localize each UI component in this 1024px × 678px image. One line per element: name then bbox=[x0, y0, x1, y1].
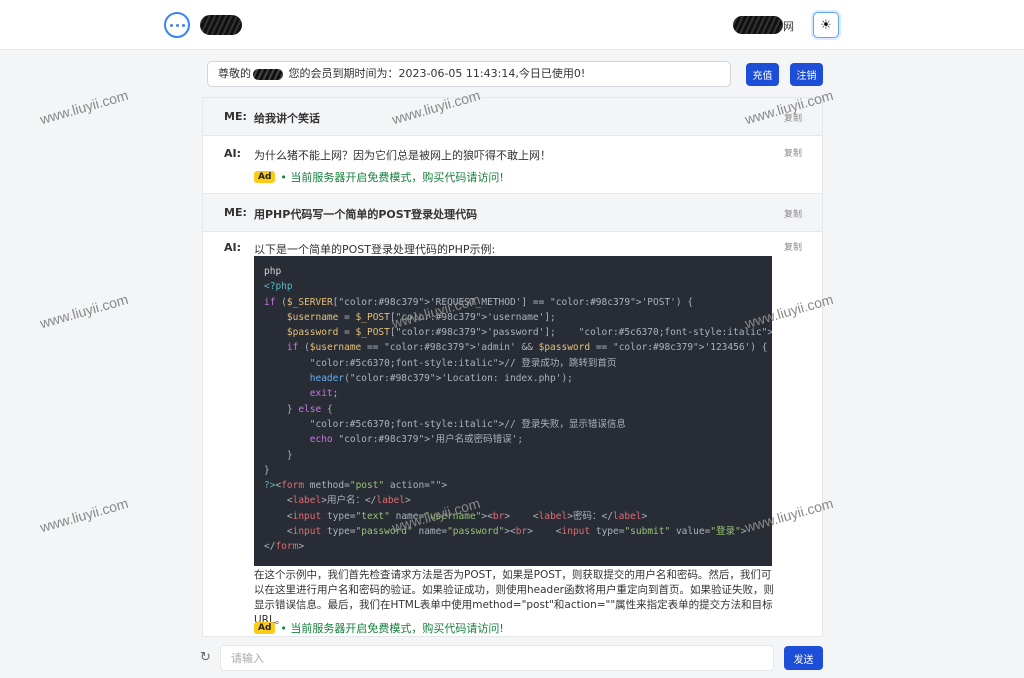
code-line: "color:#5c6370;font-style:italic">// 登录失… bbox=[309, 418, 626, 430]
ad-notice[interactable]: Ad • 当前服务器开启免费模式，购买代码请访问! bbox=[254, 169, 504, 185]
recharge-button[interactable]: 充值 bbox=[746, 63, 779, 86]
ai-message: AI: 为什么猪不能上网？因为它们总是被网上的狼吓得不敢上网！ 复制 Ad • … bbox=[203, 136, 822, 194]
code-lines: <?php if ($_SERVER["color:#98c379">'REQUE… bbox=[264, 279, 772, 554]
code-line: if ($username == "color:#98c379">'admin'… bbox=[286, 342, 768, 354]
copy-button[interactable]: 复制 bbox=[784, 240, 802, 253]
explanation-text: 在这个示例中，我们首先检查请求方法是否为POST，如果是POST，则获取提交的用… bbox=[254, 569, 774, 626]
watermark: www.liuyii.com bbox=[38, 290, 130, 332]
membership-status: 尊敬的 您的会员到期时间为：2023-06-05 11:43:14,今日已使用0… bbox=[207, 61, 731, 87]
code-block: php <?php if ($_SERVER["color:#98c379">'RE… bbox=[254, 256, 772, 566]
user-message: ME: 用PHP代码写一个简单的POST登录处理代码 复制 bbox=[203, 194, 822, 232]
sun-icon: ☀ bbox=[820, 17, 832, 33]
code-line: if ($_SERVER["color:#98c379">'REQUEST_ME… bbox=[264, 296, 694, 308]
redacted-site-name bbox=[200, 15, 242, 35]
code-line: ?><form method="post" action=""> bbox=[264, 480, 448, 492]
watermark: www.liuyii.com bbox=[38, 86, 130, 128]
code-line: } bbox=[264, 449, 293, 461]
ad-text: • 当前服务器开启免费模式，购买代码请访问! bbox=[280, 622, 504, 635]
code-line: exit; bbox=[309, 388, 339, 400]
site-suffix: 网 bbox=[783, 20, 794, 33]
role-label: AI: bbox=[224, 147, 242, 160]
composer-bar: ↻ 发送 bbox=[0, 637, 1024, 678]
top-bar: 网 ☀ bbox=[0, 0, 1024, 50]
theme-toggle-button[interactable]: ☀ bbox=[813, 12, 839, 38]
code-language-label: php bbox=[264, 266, 282, 277]
chat-bubble-logo-icon[interactable] bbox=[164, 12, 190, 38]
greeting: 尊敬的 bbox=[218, 67, 251, 80]
code-line: header("color:#98c379">'Location: index.… bbox=[309, 373, 573, 385]
redacted-username bbox=[253, 68, 283, 80]
message-text: 给我讲个笑话 bbox=[254, 112, 320, 125]
send-button[interactable]: 发送 bbox=[784, 646, 823, 670]
copy-button[interactable]: 复制 bbox=[784, 207, 802, 220]
code-line: $password = $_POST["color:#98c379">'pass… bbox=[286, 327, 772, 339]
code-line: <input type="text" name="username"><br> … bbox=[264, 510, 648, 522]
code-line: $username = $_POST["color:#98c379">'user… bbox=[286, 311, 556, 323]
redacted-site-link bbox=[733, 16, 783, 34]
message-text: 用PHP代码写一个简单的POST登录处理代码 bbox=[254, 208, 478, 221]
role-label: AI: bbox=[224, 241, 242, 254]
ad-badge: Ad bbox=[254, 622, 276, 634]
expiry-text: 您的会员到期时间为：2023-06-05 11:43:14,今日已使用0! bbox=[288, 67, 586, 80]
ad-notice[interactable]: Ad • 当前服务器开启免费模式，购买代码请访问! bbox=[254, 620, 504, 636]
message-input[interactable] bbox=[220, 645, 774, 671]
copy-button[interactable]: 复制 bbox=[784, 146, 802, 159]
ad-text: • 当前服务器开启免费模式，购买代码请访问! bbox=[280, 171, 504, 184]
message-text: 以下是一个简单的POST登录处理代码的PHP示例: bbox=[254, 243, 496, 256]
conversation-panel: ME: 给我讲个笑话 复制 AI: 为什么猪不能上网？因为它们总是被网上的狼吓得… bbox=[202, 97, 823, 637]
role-label: ME: bbox=[224, 110, 247, 123]
message-text: 为什么猪不能上网？因为它们总是被网上的狼吓得不敢上网！ bbox=[254, 149, 551, 162]
code-line: "color:#5c6370;font-style:italic">// 登录成… bbox=[309, 357, 617, 369]
refresh-icon[interactable]: ↻ bbox=[200, 650, 211, 665]
code-line: <?php bbox=[264, 281, 293, 293]
watermark: www.liuyii.com bbox=[38, 494, 130, 536]
user-message: ME: 给我讲个笑话 复制 bbox=[203, 98, 822, 136]
code-line: </form> bbox=[264, 541, 305, 553]
role-label: ME: bbox=[224, 206, 247, 219]
ad-badge: Ad bbox=[254, 171, 276, 183]
code-line: } else { bbox=[264, 403, 333, 415]
logout-button[interactable]: 注销 bbox=[790, 63, 823, 86]
code-line: <input type="password" name="password"><… bbox=[264, 526, 747, 538]
code-line: echo "color:#98c379">'用户名或密码错误'; bbox=[309, 434, 524, 446]
code-line: <label>用户名：</label> bbox=[264, 495, 411, 507]
code-line: } bbox=[264, 464, 270, 476]
